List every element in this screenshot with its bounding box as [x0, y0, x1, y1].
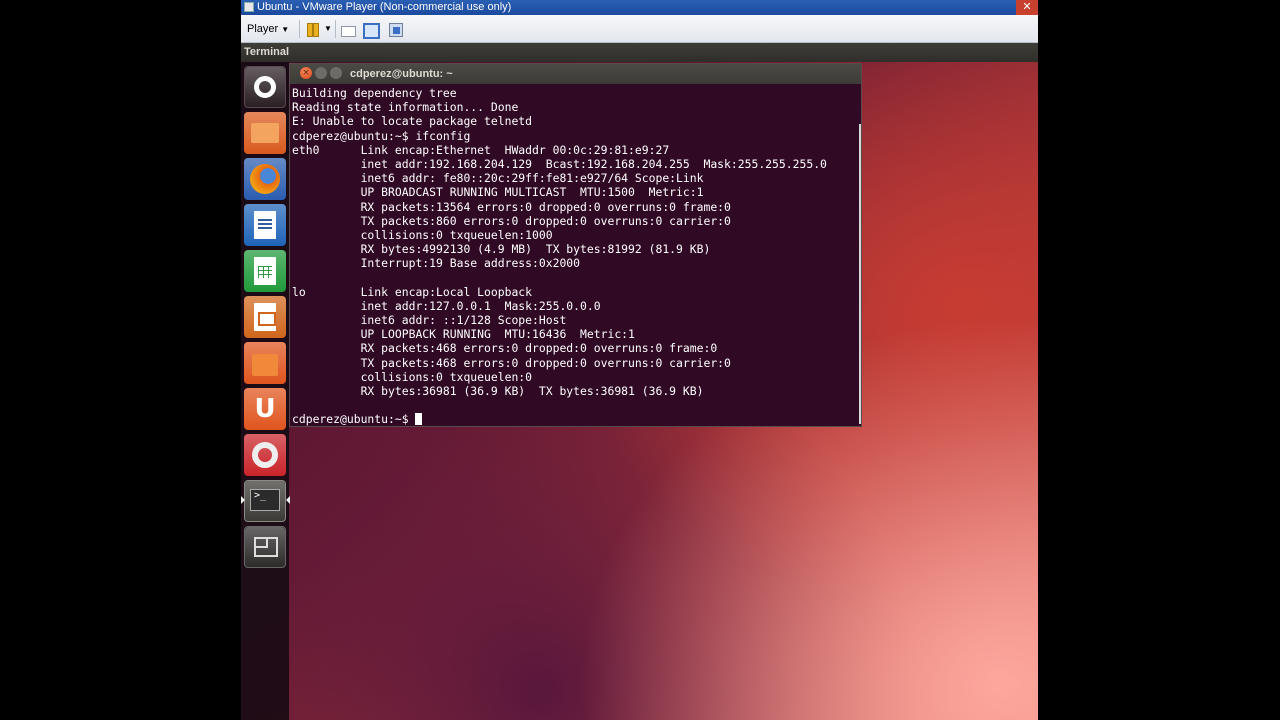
unity-launcher: U >_ [241, 62, 290, 720]
terminal-line: inet6 addr: ::1/128 Scope:Host [292, 313, 567, 327]
terminal-line: TX packets:860 errors:0 dropped:0 overru… [292, 213, 731, 228]
terminal-line: RX bytes:4992130 (4.9 MB) TX bytes:81992… [292, 242, 711, 257]
launcher-item-terminal[interactable]: >_ [244, 480, 286, 522]
running-indicator-icon [241, 496, 245, 504]
launcher-item-workspace-switcher[interactable] [244, 526, 286, 568]
terminal-titlebar[interactable]: × cdperez@ubuntu: ~ [290, 64, 861, 84]
terminal-output[interactable]: Building dependency tree Reading state i… [292, 86, 858, 426]
terminal-line: lo Link encap:Local Loopback [292, 284, 533, 299]
focused-indicator-icon [286, 496, 290, 504]
terminal-prompt: cdperez@ubuntu:~$ [292, 412, 416, 427]
terminal-line: inet6 addr: fe80::20c:29ff:fe81:e927/64 … [292, 171, 704, 186]
window-close-button[interactable]: × [300, 67, 312, 79]
vmware-toolbar: Player ▼ ▼ [241, 15, 1038, 43]
calc-spreadsheet-icon [254, 257, 276, 285]
launcher-item-firefox[interactable] [244, 158, 286, 200]
terminal-line: collisions:0 txqueuelen:0 [292, 369, 533, 384]
unity-mode-icon[interactable] [387, 21, 403, 37]
window-minimize-button[interactable] [315, 67, 327, 79]
player-menu-label: Player [247, 23, 279, 35]
launcher-item-home-folder[interactable] [244, 112, 286, 154]
vmware-app-icon [244, 2, 254, 12]
ubuntu-logo-icon [254, 76, 276, 98]
terminal-icon: >_ [250, 489, 280, 511]
terminal-line: Interrupt:19 Base address:0x2000 [292, 256, 581, 271]
launcher-item-libreoffice-writer[interactable] [244, 204, 286, 246]
window-maximize-button[interactable] [330, 67, 342, 79]
toolbar-separator [335, 20, 336, 38]
launcher-item-system-settings[interactable] [244, 434, 286, 476]
top-panel: Terminal [241, 43, 1038, 62]
launcher-item-dash-home[interactable] [244, 66, 286, 108]
ubuntu-one-icon: U [254, 394, 276, 424]
terminal-cursor [415, 413, 423, 426]
settings-wrench-icon [252, 442, 278, 468]
terminal-line: inet addr:127.0.0.1 Mask:255.0.0.0 [292, 298, 601, 313]
terminal-line: TX packets:468 errors:0 dropped:0 overru… [292, 355, 731, 370]
fullscreen-icon[interactable] [362, 21, 380, 39]
terminal-line: UP BROADCAST RUNNING MULTICAST MTU:1500 … [292, 185, 704, 200]
launcher-item-software-center[interactable] [244, 342, 286, 384]
vmware-titlebar: Ubuntu - VMware Player (Non-commercial u… [241, 0, 1038, 15]
launcher-item-ubuntu-one[interactable]: U [244, 388, 286, 430]
terminal-line: E: Unable to locate package telnetd [292, 114, 533, 129]
terminal-line: RX packets:468 errors:0 dropped:0 overru… [292, 341, 718, 356]
terminal-line: inet addr:192.168.204.129 Bcast:192.168.… [292, 156, 827, 171]
vmware-window-title: Ubuntu - VMware Player (Non-commercial u… [257, 1, 512, 13]
pause-dropdown-chevron-icon[interactable]: ▼ [324, 21, 332, 37]
terminal-line: cdperez@ubuntu:~$ ifconfig [292, 128, 471, 143]
terminal-line: Reading state information... Done [292, 100, 519, 115]
shopping-bag-icon [252, 354, 278, 376]
chevron-down-icon: ▼ [281, 25, 290, 34]
terminal-line: eth0 Link encap:Ethernet HWaddr 00:0c:29… [292, 142, 670, 157]
send-ctrl-alt-del-icon[interactable] [340, 21, 356, 37]
terminal-line: RX bytes:36981 (36.9 KB) TX bytes:36981 … [292, 383, 704, 398]
player-menu-button[interactable]: Player ▼ [247, 21, 289, 37]
terminal-line: UP LOOPBACK RUNNING MTU:16436 Metric:1 [292, 327, 635, 342]
workspaces-icon [254, 537, 278, 557]
vmware-player-window: Ubuntu - VMware Player (Non-commercial u… [241, 0, 1038, 720]
terminal-window-title: cdperez@ubuntu: ~ [350, 68, 453, 80]
terminal-line: RX packets:13564 errors:0 dropped:0 over… [292, 199, 731, 214]
folder-icon [251, 123, 279, 143]
impress-presentation-icon [254, 303, 276, 331]
launcher-item-libreoffice-impress[interactable] [244, 296, 286, 338]
pause-icon[interactable] [305, 21, 321, 37]
writer-document-icon [254, 211, 276, 239]
terminal-scrollbar[interactable] [859, 124, 861, 424]
launcher-item-libreoffice-calc[interactable] [244, 250, 286, 292]
terminal-window[interactable]: × cdperez@ubuntu: ~ Building dependency … [289, 63, 862, 427]
terminal-line: collisions:0 txqueuelen:1000 [292, 227, 553, 242]
terminal-line: Building dependency tree [292, 86, 457, 100]
terminal-prompt-line[interactable]: cdperez@ubuntu:~$ [292, 412, 858, 426]
ubuntu-desktop: Terminal U >_ × cdperez@ubuntu: ~ Buildi… [241, 43, 1038, 720]
active-app-title: Terminal [244, 46, 290, 58]
firefox-icon [250, 164, 280, 194]
toolbar-separator [299, 20, 300, 38]
vmware-close-button[interactable]: ✕ [1016, 0, 1038, 15]
